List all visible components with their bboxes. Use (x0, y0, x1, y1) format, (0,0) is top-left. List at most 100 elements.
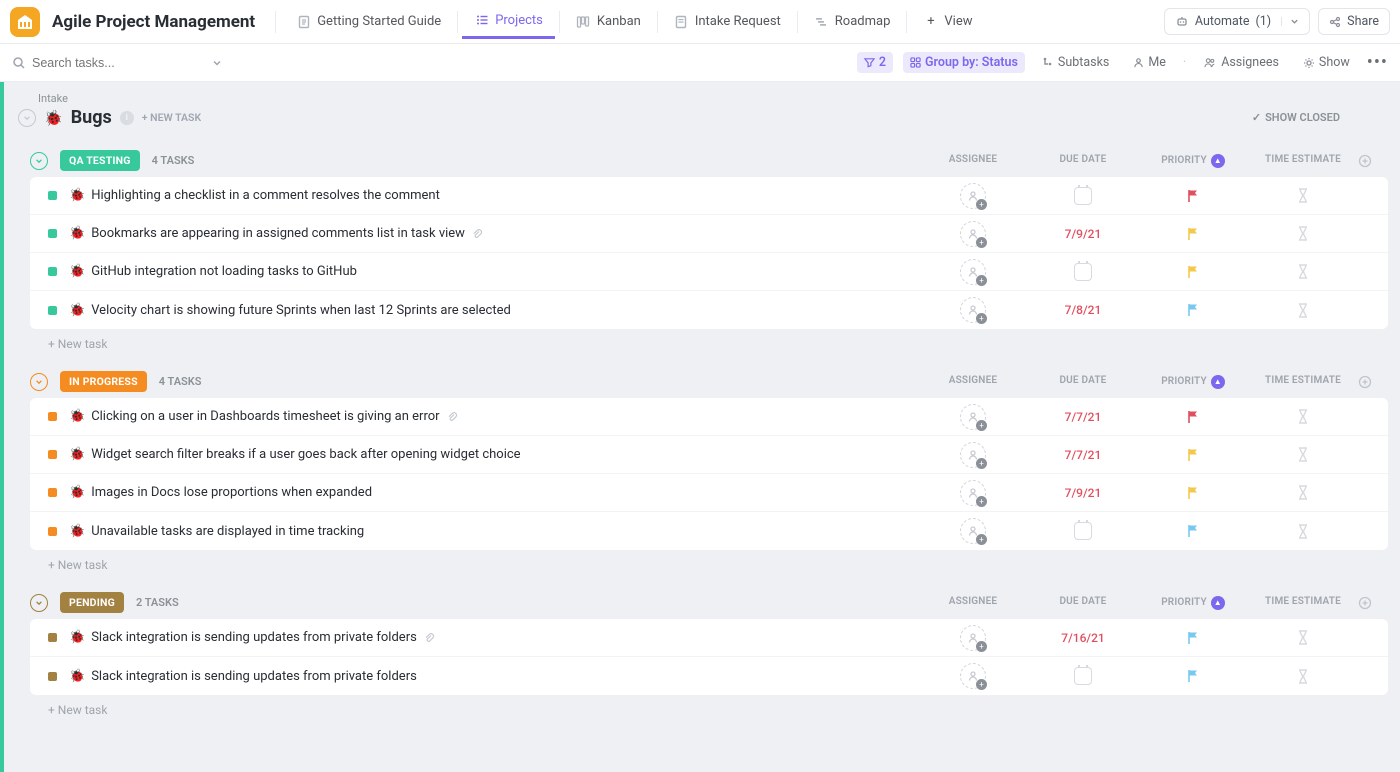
due-date[interactable]: 7/16/21 (1061, 631, 1104, 645)
task-row[interactable]: 🐞 Velocity chart is showing future Sprin… (30, 291, 1388, 329)
task-title[interactable]: 🐞 Highlighting a checklist in a comment … (69, 188, 918, 203)
status-square-icon[interactable] (48, 229, 57, 238)
status-square-icon[interactable] (48, 191, 57, 200)
list-title[interactable]: Bugs (71, 107, 112, 128)
priority-flag-icon[interactable] (1187, 669, 1200, 683)
task-title[interactable]: 🐞 Widget search filter breaks if a user … (69, 447, 918, 462)
time-estimate-icon[interactable] (1297, 669, 1309, 684)
time-estimate-icon[interactable] (1297, 409, 1309, 424)
task-row[interactable]: 🐞 Clicking on a user in Dashboards times… (30, 398, 1388, 436)
me-filter[interactable]: Me (1126, 52, 1173, 73)
due-date[interactable]: 7/7/21 (1065, 448, 1102, 462)
chevron-down-icon[interactable] (1281, 17, 1299, 26)
assignee-placeholder[interactable] (960, 442, 986, 468)
add-column-button[interactable] (1358, 154, 1388, 168)
time-estimate-icon[interactable] (1297, 630, 1309, 645)
task-title[interactable]: 🐞 Slack integration is sending updates f… (69, 669, 918, 684)
assignee-placeholder[interactable] (960, 625, 986, 651)
col-priority[interactable]: PRIORITY▲ (1138, 154, 1248, 168)
time-estimate-icon[interactable] (1297, 188, 1309, 203)
tab-projects[interactable]: Projects (462, 5, 555, 39)
new-task-row[interactable]: + New task (30, 550, 1388, 572)
search-wrap[interactable] (12, 56, 222, 70)
task-title[interactable]: 🐞 Velocity chart is showing future Sprin… (69, 303, 918, 318)
due-date-placeholder[interactable] (1074, 187, 1092, 205)
status-square-icon[interactable] (48, 267, 57, 276)
time-estimate-icon[interactable] (1297, 485, 1309, 500)
assignee-placeholder[interactable] (960, 404, 986, 430)
attachment-icon[interactable] (471, 228, 483, 240)
attachment-icon[interactable] (423, 632, 435, 644)
subtasks-filter[interactable]: Subtasks (1035, 52, 1116, 73)
info-icon[interactable]: i (120, 111, 134, 125)
col-time-estimate[interactable]: TIME ESTIMATE (1248, 375, 1358, 389)
add-column-button[interactable] (1358, 375, 1388, 389)
new-task-row[interactable]: + New task (30, 329, 1388, 351)
priority-flag-icon[interactable] (1187, 631, 1200, 645)
add-column-button[interactable] (1358, 596, 1388, 610)
more-menu[interactable]: ••• (1367, 52, 1388, 73)
filter-count-chip[interactable]: 2 (857, 52, 893, 73)
task-row[interactable]: 🐞 Unavailable tasks are displayed in tim… (30, 512, 1388, 550)
status-pill[interactable]: PENDING (60, 592, 124, 613)
task-row[interactable]: 🐞 Slack integration is sending updates f… (30, 619, 1388, 657)
time-estimate-icon[interactable] (1297, 447, 1309, 462)
breadcrumb[interactable]: Intake (4, 88, 1400, 105)
col-assignee[interactable]: ASSIGNEE (918, 154, 1028, 168)
assignee-placeholder[interactable] (960, 480, 986, 506)
status-pill[interactable]: QA TESTING (60, 150, 140, 171)
tab-kanban[interactable]: Kanban (564, 6, 653, 37)
show-closed-toggle[interactable]: ✓ SHOW CLOSED (1252, 111, 1340, 124)
sort-asc-icon[interactable]: ▲ (1211, 154, 1225, 168)
col-due-date[interactable]: DUE DATE (1028, 596, 1138, 610)
assignees-filter[interactable]: Assignees (1196, 52, 1286, 73)
due-date[interactable]: 7/9/21 (1065, 227, 1102, 241)
priority-flag-icon[interactable] (1187, 524, 1200, 538)
status-square-icon[interactable] (48, 412, 57, 421)
col-due-date[interactable]: DUE DATE (1028, 375, 1138, 389)
task-row[interactable]: 🐞 Bookmarks are appearing in assigned co… (30, 215, 1388, 253)
task-title[interactable]: 🐞 Images in Docs lose proportions when e… (69, 485, 918, 500)
col-priority[interactable]: PRIORITY▲ (1138, 596, 1248, 610)
task-row[interactable]: 🐞 Highlighting a checklist in a comment … (30, 177, 1388, 215)
task-row[interactable]: 🐞 Widget search filter breaks if a user … (30, 436, 1388, 474)
tab-intake-request[interactable]: Intake Request (662, 6, 793, 37)
new-task-link[interactable]: + NEW TASK (142, 111, 201, 124)
due-date[interactable]: 7/8/21 (1065, 303, 1102, 317)
search-input[interactable] (32, 56, 206, 70)
col-assignee[interactable]: ASSIGNEE (918, 596, 1028, 610)
priority-flag-icon[interactable] (1187, 486, 1200, 500)
task-row[interactable]: 🐞 GitHub integration not loading tasks t… (30, 253, 1388, 291)
task-title[interactable]: 🐞 Unavailable tasks are displayed in tim… (69, 524, 918, 539)
time-estimate-icon[interactable] (1297, 226, 1309, 241)
priority-flag-icon[interactable] (1187, 265, 1200, 279)
status-square-icon[interactable] (48, 633, 57, 642)
time-estimate-icon[interactable] (1297, 264, 1309, 279)
due-date[interactable]: 7/7/21 (1065, 410, 1102, 424)
time-estimate-icon[interactable] (1297, 303, 1309, 318)
col-time-estimate[interactable]: TIME ESTIMATE (1248, 596, 1358, 610)
status-square-icon[interactable] (48, 672, 57, 681)
status-pill[interactable]: IN PROGRESS (60, 371, 147, 392)
chevron-down-icon[interactable] (212, 58, 222, 68)
priority-flag-icon[interactable] (1187, 448, 1200, 462)
new-task-row[interactable]: + New task (30, 695, 1388, 717)
sort-asc-icon[interactable]: ▲ (1211, 375, 1225, 389)
collapse-group-icon[interactable] (30, 594, 48, 612)
tab-getting-started[interactable]: Getting Started Guide (284, 6, 453, 37)
due-date-placeholder[interactable] (1074, 667, 1092, 685)
status-square-icon[interactable] (48, 488, 57, 497)
assignee-placeholder[interactable] (960, 663, 986, 689)
col-due-date[interactable]: DUE DATE (1028, 154, 1138, 168)
task-title[interactable]: 🐞 Slack integration is sending updates f… (69, 630, 918, 645)
collapse-group-icon[interactable] (30, 152, 48, 170)
collapse-group-icon[interactable] (30, 373, 48, 391)
col-priority[interactable]: PRIORITY▲ (1138, 375, 1248, 389)
priority-flag-icon[interactable] (1187, 303, 1200, 317)
status-square-icon[interactable] (48, 306, 57, 315)
automate-button[interactable]: Automate (1) (1164, 8, 1310, 35)
assignee-placeholder[interactable] (960, 259, 986, 285)
tab-roadmap[interactable]: Roadmap (802, 6, 903, 37)
assignee-placeholder[interactable] (960, 297, 986, 323)
status-square-icon[interactable] (48, 450, 57, 459)
